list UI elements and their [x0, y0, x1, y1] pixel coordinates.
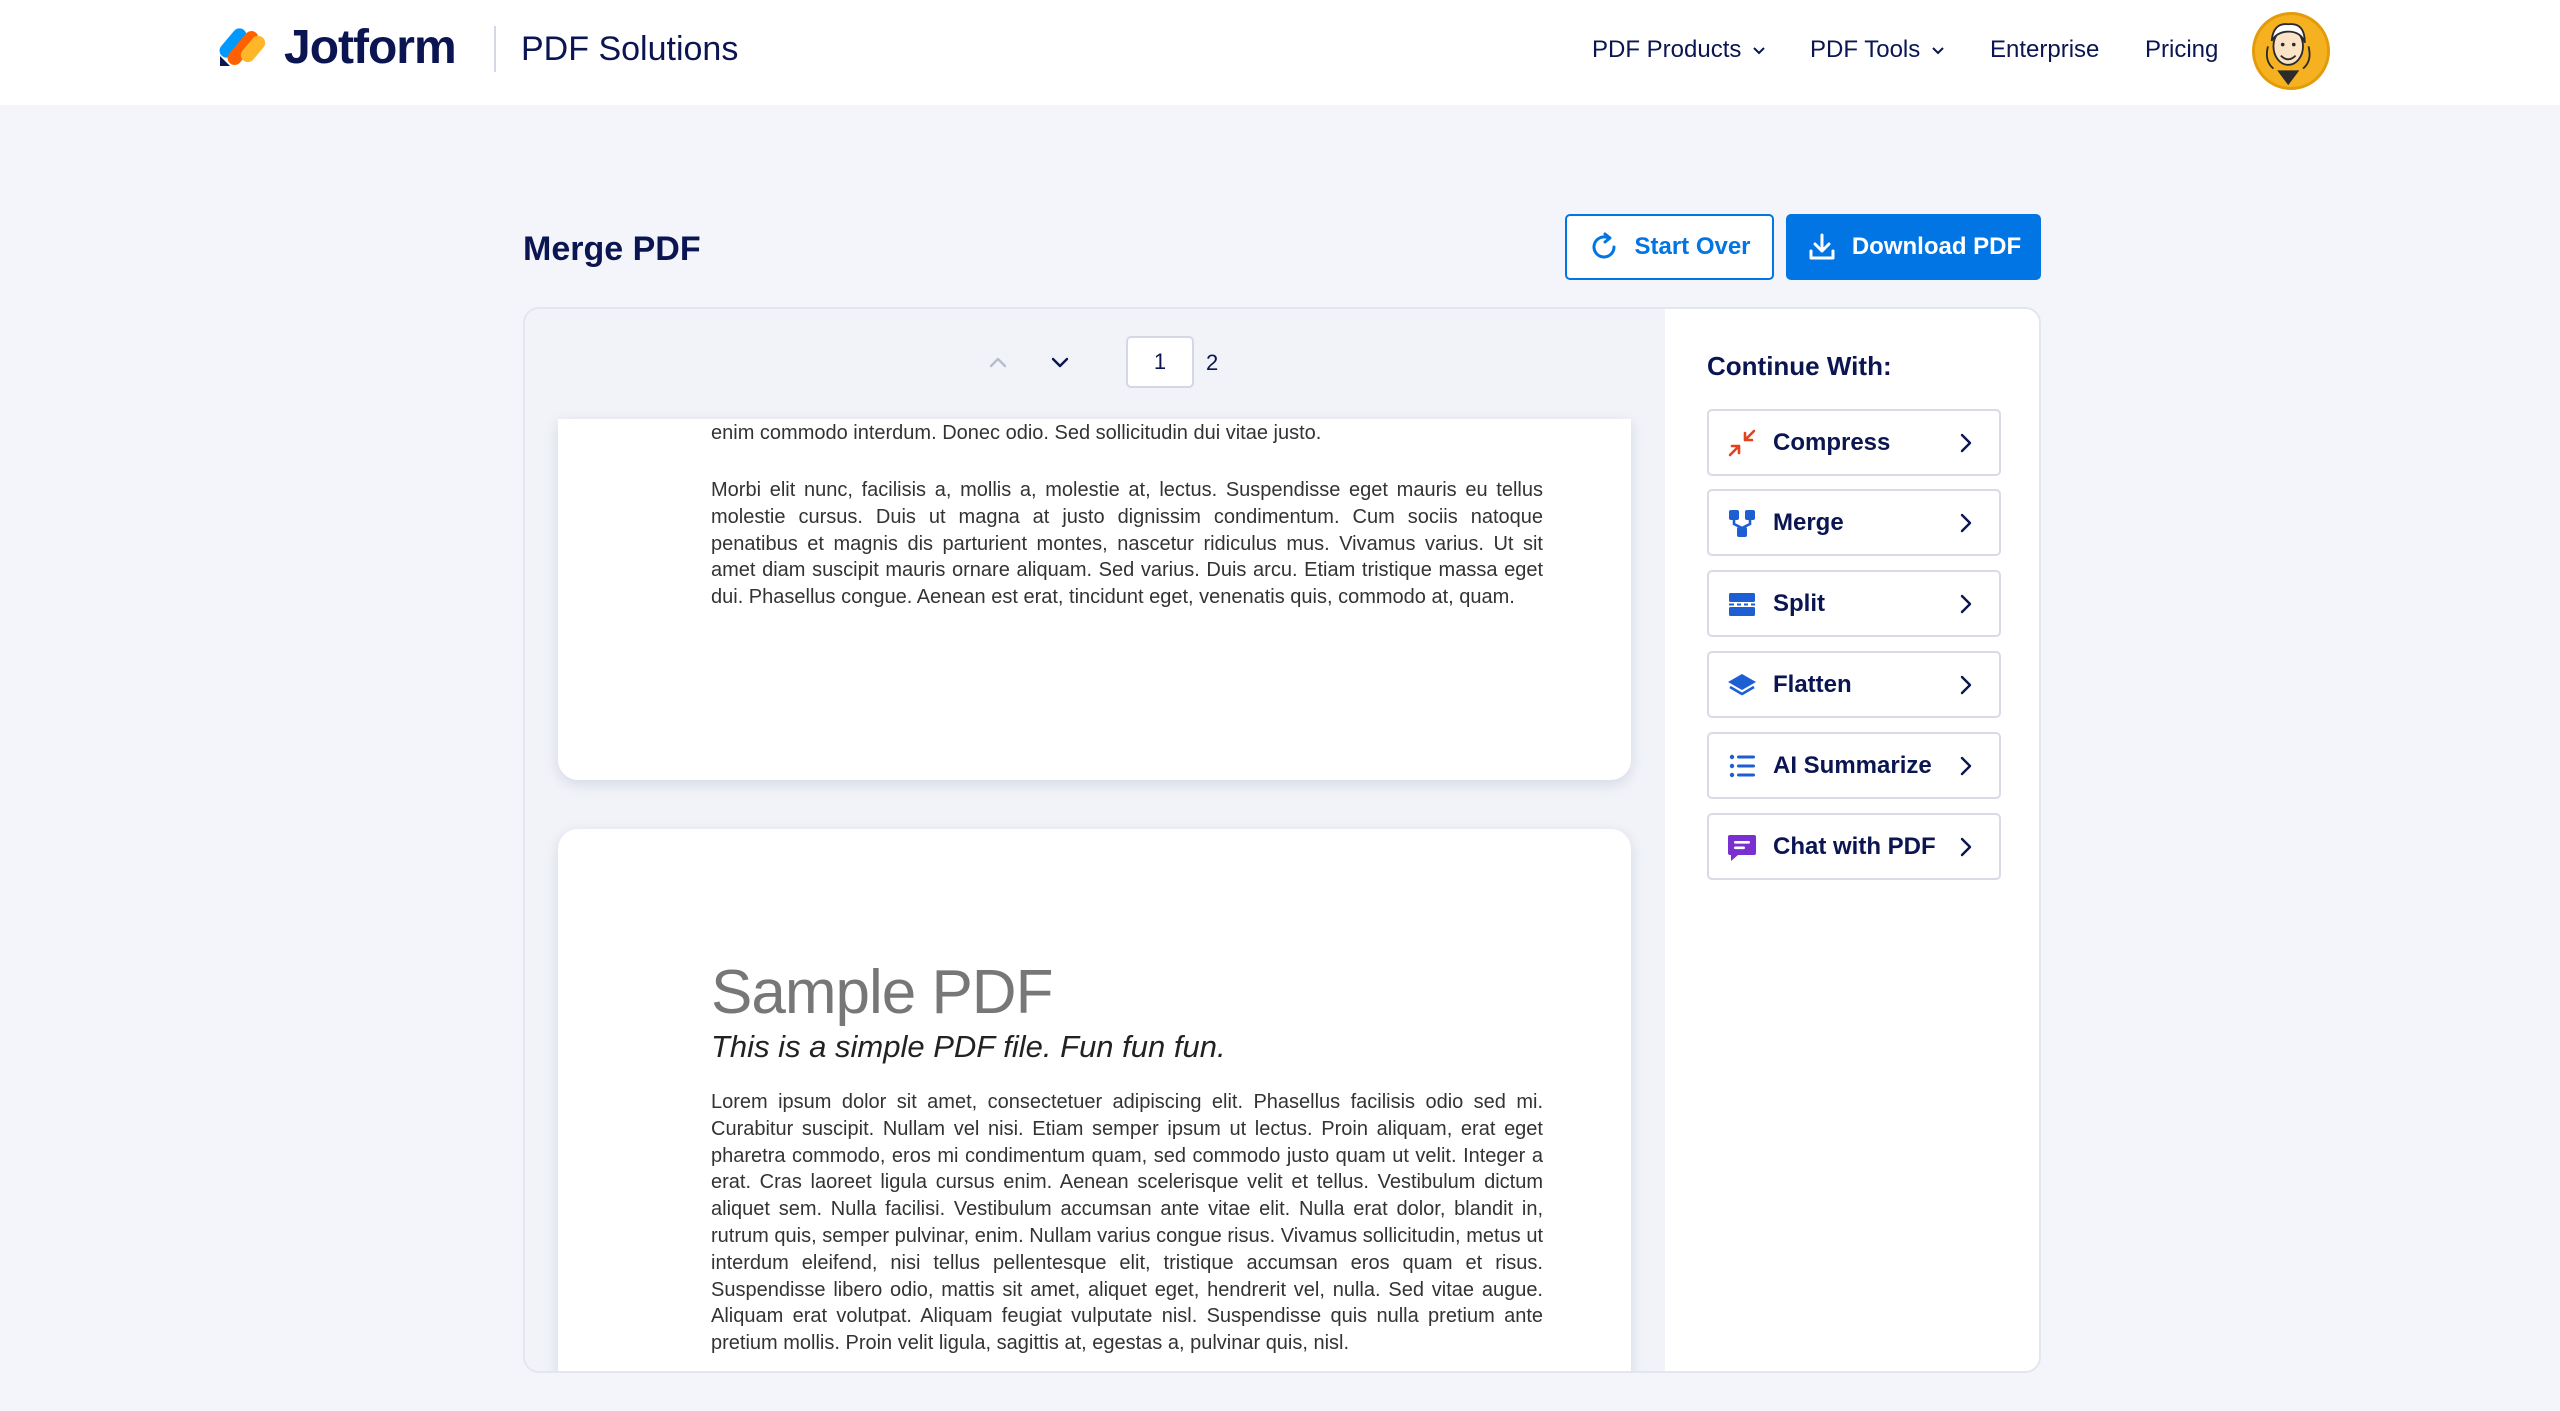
chevron-down-icon: [1932, 47, 1944, 55]
merge-card: 1 2 enim commodo interdum. Donec odio. S…: [523, 307, 2041, 1373]
nav-pdf-products[interactable]: PDF Products: [1592, 34, 1767, 66]
user-avatar-icon[interactable]: [2252, 12, 2330, 90]
page-navigator: 1 2: [525, 309, 1665, 419]
pdf-subtitle: This is a simple PDF file. Fun fun fun.: [711, 1029, 1226, 1064]
flatten-icon: [1725, 668, 1759, 702]
tool-label: AI Summarize: [1773, 751, 1932, 779]
pdf-paragraph: Lorem ipsum dolor sit amet, consectetuer…: [711, 1091, 1543, 1355]
tool-flatten-button[interactable]: Flatten: [1707, 651, 2001, 718]
nav-pricing-label: Pricing: [2145, 36, 2219, 63]
brand-name[interactable]: Jotform: [284, 20, 457, 76]
tool-merge-button[interactable]: Merge: [1707, 489, 2001, 556]
nav-enterprise[interactable]: Enterprise: [1990, 34, 2099, 66]
chevron-right-icon: [1960, 756, 1972, 775]
tool-label: Compress: [1773, 428, 1891, 456]
pdf-title: Sample PDF: [711, 958, 1053, 1027]
start-over-button[interactable]: Start Over: [1565, 214, 1774, 280]
chevron-right-icon: [1960, 675, 1972, 694]
top-navigation: Jotform PDF Solutions PDF Products PDF T…: [0, 0, 2560, 105]
pdf-viewer[interactable]: 1 2 enim commodo interdum. Donec odio. S…: [525, 309, 1667, 1371]
tool-label: Split: [1773, 589, 1825, 617]
page-title: Merge PDF: [523, 230, 701, 268]
pdf-text-line: enim commodo interdum. Donec odio. Sed s…: [711, 422, 1322, 444]
split-icon: [1725, 587, 1759, 621]
start-over-label: Start Over: [1634, 233, 1751, 260]
tool-label: Merge: [1773, 508, 1844, 536]
tool-label: Chat with PDF: [1773, 832, 1936, 860]
list-icon: [1725, 749, 1759, 783]
compress-icon: [1725, 426, 1759, 460]
chevron-right-icon: [1960, 513, 1972, 532]
pdf-page-1: enim commodo interdum. Donec odio. Sed s…: [558, 419, 1631, 780]
tool-ai-summarize-button[interactable]: AI Summarize: [1707, 732, 2001, 799]
page-up-icon[interactable]: [983, 347, 1013, 377]
nav-pricing[interactable]: Pricing: [2145, 34, 2218, 66]
tool-chat-with-pdf-button[interactable]: Chat with PDF: [1707, 813, 2001, 880]
tool-compress-button[interactable]: Compress: [1707, 409, 2001, 476]
subbrand-name[interactable]: PDF Solutions: [521, 28, 738, 70]
nav-enterprise-label: Enterprise: [1990, 36, 2100, 63]
nav-pdf-tools-label: PDF Tools: [1810, 36, 1921, 63]
refresh-icon: [1592, 232, 1616, 259]
chevron-right-icon: [1960, 433, 1972, 452]
continue-with-title: Continue With:: [1707, 351, 1892, 381]
tool-split-button[interactable]: Split: [1707, 570, 2001, 637]
nav-pdf-tools[interactable]: PDF Tools: [1810, 34, 1946, 66]
brand-divider: [494, 26, 496, 72]
chevron-right-icon: [1960, 837, 1972, 856]
page-down-icon[interactable]: [1045, 347, 1075, 377]
chevron-right-icon: [1960, 594, 1972, 613]
tool-label: Flatten: [1773, 670, 1852, 698]
page-number-input[interactable]: 1: [1126, 336, 1194, 388]
merge-icon: [1725, 506, 1759, 540]
download-pdf-label: Download PDF: [1851, 233, 2022, 260]
jotform-logo-icon[interactable]: [216, 22, 268, 74]
page-total: 2: [1206, 350, 1219, 375]
chevron-down-icon: [1753, 47, 1766, 55]
pdf-paragraph: Morbi elit nunc, facilisis a, mollis a, …: [711, 479, 1543, 609]
continue-with-panel: Continue With: Compress Merge Split Flat…: [1665, 309, 2039, 1371]
nav-pdf-products-label: PDF Products: [1592, 36, 1742, 63]
download-pdf-button[interactable]: Download PDF: [1786, 214, 2041, 280]
download-icon: [1809, 233, 1835, 260]
chat-icon: [1725, 830, 1759, 864]
pdf-page-2: Sample PDF This is a simple PDF file. Fu…: [558, 829, 1631, 1371]
